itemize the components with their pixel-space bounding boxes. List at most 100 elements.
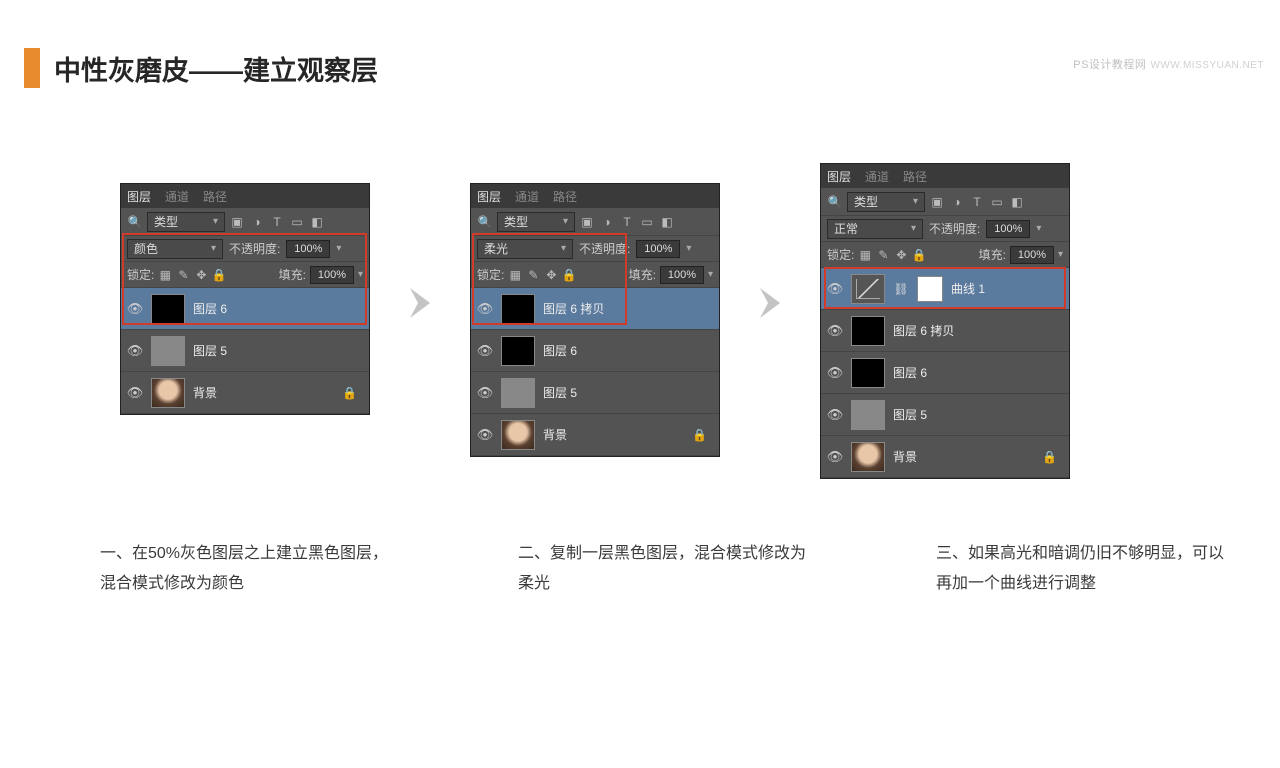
- lock-all-icon[interactable]: 🔒: [212, 267, 226, 283]
- blend-mode-dropdown[interactable]: 正常▾: [827, 219, 923, 239]
- kind-dropdown[interactable]: 类型▾: [847, 192, 925, 212]
- tab-channels[interactable]: 通道: [515, 188, 539, 205]
- curves-adjust-thumb: [851, 274, 885, 304]
- lock-all-icon[interactable]: 🔒: [562, 267, 576, 283]
- panel-3-wrap: 图层 通道 路径 🔍 类型▾ ▣ ◑ T ▭ ◧ 正常▾ 不透明度: 100%▾…: [820, 163, 1070, 479]
- lock-trans-icon[interactable]: ▦: [158, 267, 172, 283]
- visibility-icon[interactable]: 👁: [477, 343, 493, 359]
- link-icon: ⛓: [893, 281, 909, 297]
- layer-thumb: [851, 358, 885, 388]
- filter-smart-icon[interactable]: ◧: [309, 214, 325, 230]
- caption-1: 一、在50%灰色图层之上建立黑色图层，混合模式修改为颜色: [100, 539, 390, 600]
- lock-trans-icon[interactable]: ▦: [508, 267, 522, 283]
- lock-position-icon[interactable]: ✥: [894, 247, 908, 263]
- filter-type-icon[interactable]: T: [269, 214, 285, 230]
- visibility-icon[interactable]: 👁: [827, 365, 843, 381]
- filter-shape-icon[interactable]: ▭: [289, 214, 305, 230]
- layers-panel-2: 图层 通道 路径 🔍 类型▾ ▣ ◑ T ▭ ◧ 柔光▾ 不透明度: 100%▾…: [470, 183, 720, 457]
- layer-row-layer5[interactable]: 👁 图层 5: [821, 394, 1069, 436]
- layer-row-bg[interactable]: 👁 背景 🔒: [821, 436, 1069, 478]
- lock-trans-icon[interactable]: ▦: [858, 247, 872, 263]
- layer-row-layer5[interactable]: 👁 图层 5: [121, 330, 369, 372]
- opacity-value[interactable]: 100%: [636, 240, 680, 258]
- panel-tabs: 图层 通道 路径: [471, 184, 719, 208]
- layer-row-layer6[interactable]: 👁 图层 6: [821, 352, 1069, 394]
- tab-paths[interactable]: 路径: [553, 188, 577, 205]
- opacity-value[interactable]: 100%: [286, 240, 330, 258]
- layer-row-bg[interactable]: 👁 背景 🔒: [121, 372, 369, 414]
- layer-thumb: [851, 316, 885, 346]
- visibility-icon[interactable]: 👁: [477, 427, 493, 443]
- opacity-value[interactable]: 100%: [986, 220, 1030, 238]
- lock-row: 锁定: ▦ ✎ ✥ 🔒 填充: 100%▾: [821, 242, 1069, 268]
- lock-icon: 🔒: [692, 428, 707, 442]
- layer-row-layer6[interactable]: 👁 图层 6: [121, 288, 369, 330]
- caption-2: 二、复制一层黑色图层，混合模式修改为柔光: [518, 539, 808, 600]
- tab-paths[interactable]: 路径: [903, 168, 927, 185]
- lock-pixels-icon[interactable]: ✎: [526, 267, 540, 283]
- visibility-icon[interactable]: 👁: [827, 281, 843, 297]
- filter-type-icon[interactable]: T: [969, 194, 985, 210]
- visibility-icon[interactable]: 👁: [827, 323, 843, 339]
- filter-smart-icon[interactable]: ◧: [659, 214, 675, 230]
- filter-image-icon[interactable]: ▣: [229, 214, 245, 230]
- tab-layers[interactable]: 图层: [827, 168, 851, 185]
- layer-row-curves1[interactable]: 👁 ⛓ 曲线 1: [821, 268, 1069, 310]
- filter-shape-icon[interactable]: ▭: [989, 194, 1005, 210]
- tab-channels[interactable]: 通道: [865, 168, 889, 185]
- layer-thumb: [151, 294, 185, 324]
- kind-dropdown[interactable]: 类型▾: [147, 212, 225, 232]
- filter-row: 🔍 类型▾ ▣ ◑ T ▭ ◧: [471, 208, 719, 236]
- visibility-icon[interactable]: 👁: [127, 301, 143, 317]
- layer-thumb: [501, 420, 535, 450]
- visibility-icon[interactable]: 👁: [827, 407, 843, 423]
- layer-thumb: [501, 336, 535, 366]
- tab-paths[interactable]: 路径: [203, 188, 227, 205]
- blend-mode-dropdown[interactable]: 柔光▾: [477, 239, 573, 259]
- tab-channels[interactable]: 通道: [165, 188, 189, 205]
- layer-thumb: [851, 400, 885, 430]
- layer-thumb: [151, 378, 185, 408]
- panel-tabs: 图层 通道 路径: [121, 184, 369, 208]
- visibility-icon[interactable]: 👁: [127, 343, 143, 359]
- lock-position-icon[interactable]: ✥: [194, 267, 208, 283]
- layer-thumb: [151, 336, 185, 366]
- layer-row-layer6copy[interactable]: 👁 图层 6 拷贝: [821, 310, 1069, 352]
- fill-value[interactable]: 100%: [310, 266, 354, 284]
- opacity-label: 不透明度:: [579, 240, 630, 257]
- visibility-icon[interactable]: 👁: [477, 301, 493, 317]
- filter-image-icon[interactable]: ▣: [579, 214, 595, 230]
- caption-3: 三、如果高光和暗调仍旧不够明显，可以再加一个曲线进行调整: [936, 539, 1226, 600]
- visibility-icon[interactable]: 👁: [477, 385, 493, 401]
- arrow-icon: [400, 283, 440, 323]
- blend-mode-dropdown[interactable]: 颜色▾: [127, 239, 223, 259]
- lock-row: 锁定: ▦ ✎ ✥ 🔒 填充: 100%▾: [471, 262, 719, 288]
- filter-type-icon[interactable]: T: [619, 214, 635, 230]
- visibility-icon[interactable]: 👁: [127, 385, 143, 401]
- fill-value[interactable]: 100%: [660, 266, 704, 284]
- fill-value[interactable]: 100%: [1010, 246, 1054, 264]
- filter-image-icon[interactable]: ▣: [929, 194, 945, 210]
- visibility-icon[interactable]: 👁: [827, 449, 843, 465]
- layer-row-bg[interactable]: 👁 背景 🔒: [471, 414, 719, 456]
- filter-adjust-icon[interactable]: ◑: [249, 214, 265, 230]
- filter-adjust-icon[interactable]: ◑: [949, 194, 965, 210]
- lock-row: 锁定: ▦ ✎ ✥ 🔒 填充: 100%▾: [121, 262, 369, 288]
- kind-dropdown[interactable]: 类型▾: [497, 212, 575, 232]
- layers-panel-3: 图层 通道 路径 🔍 类型▾ ▣ ◑ T ▭ ◧ 正常▾ 不透明度: 100%▾…: [820, 163, 1070, 479]
- lock-pixels-icon[interactable]: ✎: [876, 247, 890, 263]
- page-title: 中性灰磨皮——建立观察层: [54, 49, 378, 88]
- filter-row: 🔍 类型▾ ▣ ◑ T ▭ ◧: [121, 208, 369, 236]
- filter-shape-icon[interactable]: ▭: [639, 214, 655, 230]
- search-icon: 🔍: [827, 194, 843, 210]
- lock-position-icon[interactable]: ✥: [544, 267, 558, 283]
- layer-row-layer5[interactable]: 👁 图层 5: [471, 372, 719, 414]
- lock-pixels-icon[interactable]: ✎: [176, 267, 190, 283]
- lock-all-icon[interactable]: 🔒: [912, 247, 926, 263]
- tab-layers[interactable]: 图层: [127, 188, 151, 205]
- tab-layers[interactable]: 图层: [477, 188, 501, 205]
- layer-row-layer6[interactable]: 👁 图层 6: [471, 330, 719, 372]
- layer-row-layer6copy[interactable]: 👁 图层 6 拷贝: [471, 288, 719, 330]
- filter-smart-icon[interactable]: ◧: [1009, 194, 1025, 210]
- filter-adjust-icon[interactable]: ◑: [599, 214, 615, 230]
